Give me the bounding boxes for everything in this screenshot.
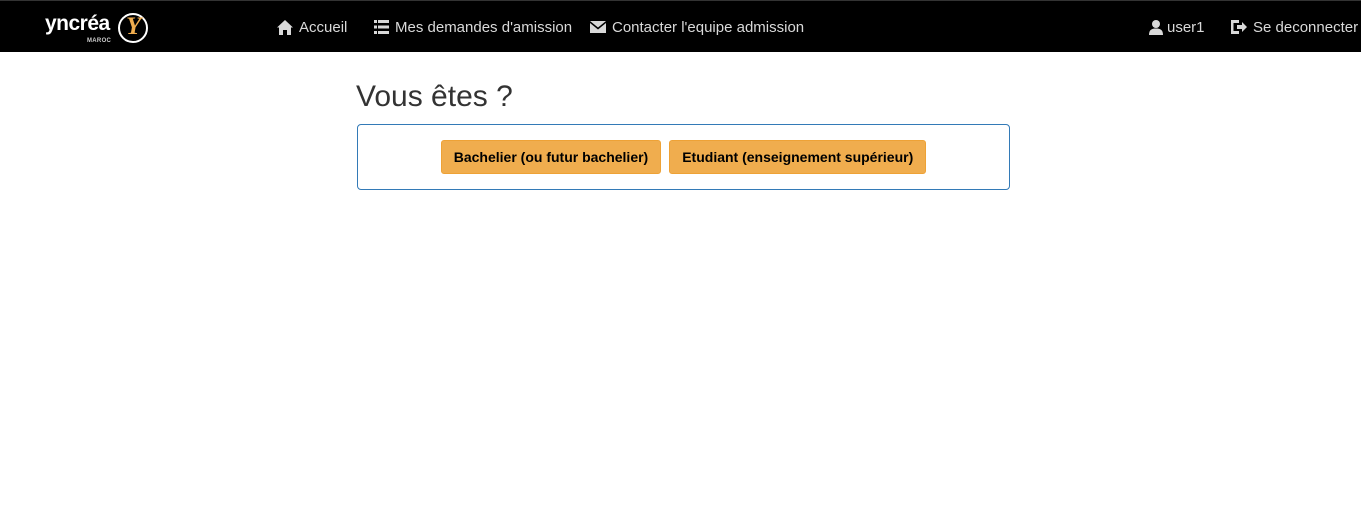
brand-name: yncréa [45, 12, 110, 35]
etudiant-button[interactable]: Etudiant (enseignement supérieur) [669, 140, 927, 174]
home-icon [277, 19, 293, 35]
logout-icon [1231, 19, 1247, 35]
brand-logo[interactable]: yncréa MAROC Y [44, 9, 154, 45]
page-title: Vous êtes ? [356, 80, 513, 113]
choice-panel: Bachelier (ou futur bachelier) Etudiant … [357, 124, 1010, 190]
envelope-icon [590, 19, 606, 35]
nav-user-label: user1 [1167, 18, 1205, 36]
nav-requests-label: Mes demandes d'amission [395, 18, 573, 36]
logo-letter: Y [126, 13, 142, 40]
user-icon [1148, 19, 1164, 35]
list-icon [373, 19, 389, 35]
nav-user-link[interactable]: user1 [1148, 1, 1205, 53]
nav-home-label: Accueil [299, 18, 348, 36]
bachelier-button[interactable]: Bachelier (ou futur bachelier) [440, 140, 662, 174]
nav-requests-link[interactable]: Mes demandes d'amission [373, 1, 572, 53]
brand-subtitle: MAROC [87, 38, 112, 44]
nav-contact-label: Contacter l'equipe admission [612, 18, 805, 36]
nav-home-link[interactable]: Accueil [277, 1, 347, 53]
nav-logout-label: Se deconnecter [1253, 18, 1359, 36]
nav-contact-link[interactable]: Contacter l'equipe admission [590, 1, 804, 53]
nav-logout-link[interactable]: Se deconnecter [1231, 1, 1358, 53]
top-navbar: yncréa MAROC Y Accueil Mes demandes d'am… [0, 0, 1361, 52]
